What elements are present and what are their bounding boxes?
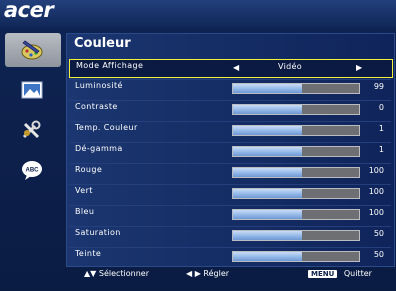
brand-logo: acer bbox=[4, 0, 54, 22]
tools-icon bbox=[22, 120, 41, 139]
adjust-hint: ◀ ▶ Régler bbox=[186, 269, 229, 278]
display-mode-value: Vidéo bbox=[278, 62, 302, 71]
setting-label: Temp. Couleur bbox=[75, 123, 138, 132]
setting-label: Contraste bbox=[75, 102, 118, 111]
setting-row-degamma[interactable]: Dé-gamma 1 bbox=[69, 142, 391, 160]
color-settings-panel: Couleur Mode Affichage ◀ Vidéo ▶ Luminos… bbox=[66, 33, 395, 267]
slider-fill bbox=[233, 105, 303, 114]
adjust-hint-label: Régler bbox=[203, 269, 230, 278]
setting-slider[interactable] bbox=[232, 188, 360, 199]
language-badge: ABC bbox=[26, 168, 40, 174]
slider-fill bbox=[233, 189, 303, 198]
setting-label: Bleu bbox=[75, 207, 95, 216]
setting-value: 100 bbox=[368, 166, 384, 175]
language-bubble-icon: ABC bbox=[22, 161, 42, 180]
slider-fill bbox=[233, 84, 303, 93]
setting-value: 1 bbox=[378, 124, 384, 133]
up-down-arrows-icon: ▲▼ bbox=[84, 269, 97, 278]
quit-hint: MENU Quitter bbox=[308, 269, 372, 278]
setting-label: Rouge bbox=[75, 165, 103, 174]
panel-title: Couleur bbox=[74, 36, 131, 51]
setting-slider[interactable] bbox=[232, 83, 360, 94]
setting-row-brightness[interactable]: Luminosité 99 bbox=[69, 79, 391, 97]
arrow-right-icon[interactable]: ▶ bbox=[356, 63, 362, 72]
quit-hint-label: Quitter bbox=[343, 269, 372, 278]
sidebar-item-color[interactable] bbox=[5, 33, 61, 67]
setting-value: 100 bbox=[368, 187, 384, 196]
setting-value: 0 bbox=[378, 103, 384, 112]
slider-fill bbox=[233, 231, 303, 240]
setting-label: Teinte bbox=[75, 249, 102, 258]
setting-label: Saturation bbox=[75, 228, 121, 237]
osd-header: acer bbox=[0, 0, 396, 28]
left-right-arrows-icon: ◀ ▶ bbox=[186, 269, 201, 278]
sidebar-item-image[interactable] bbox=[5, 73, 61, 107]
setting-row-red[interactable]: Rouge 100 bbox=[69, 163, 391, 181]
slider-fill bbox=[233, 252, 303, 261]
slider-fill bbox=[233, 147, 303, 156]
setting-row-green[interactable]: Vert 100 bbox=[69, 184, 391, 202]
setting-label: Dé-gamma bbox=[75, 144, 123, 153]
setting-label: Luminosité bbox=[75, 81, 123, 90]
setting-row-tint[interactable]: Teinte 50 bbox=[69, 247, 391, 265]
display-mode-row[interactable]: Mode Affichage ◀ Vidéo ▶ bbox=[69, 59, 393, 78]
projector-osd: acer ABC Couleur Mode Affichage ◀ Vidéo … bbox=[0, 0, 396, 291]
setting-slider[interactable] bbox=[232, 230, 360, 241]
setting-row-color-temp[interactable]: Temp. Couleur 1 bbox=[69, 121, 391, 139]
slider-fill bbox=[233, 126, 303, 135]
menu-key-icon: MENU bbox=[308, 270, 338, 278]
setting-row-contrast[interactable]: Contraste 0 bbox=[69, 100, 391, 118]
setting-slider[interactable] bbox=[232, 104, 360, 115]
slider-fill bbox=[233, 210, 303, 219]
setting-value: 1 bbox=[378, 145, 384, 154]
setting-row-saturation[interactable]: Saturation 50 bbox=[69, 226, 391, 244]
select-hint-label: Sélectionner bbox=[98, 269, 150, 278]
sidebar-item-settings[interactable] bbox=[5, 113, 61, 147]
setting-slider[interactable] bbox=[232, 167, 360, 178]
osd-footer: ▲▼ Sélectionner ◀ ▶ Régler MENU Quitter bbox=[0, 264, 396, 291]
setting-slider[interactable] bbox=[232, 125, 360, 136]
display-mode-label: Mode Affichage bbox=[76, 61, 144, 70]
setting-slider[interactable] bbox=[232, 209, 360, 220]
setting-row-blue[interactable]: Bleu 100 bbox=[69, 205, 391, 223]
color-pencil-icon bbox=[21, 40, 43, 60]
setting-slider[interactable] bbox=[232, 251, 360, 262]
setting-label: Vert bbox=[75, 186, 93, 195]
setting-value: 99 bbox=[373, 82, 384, 91]
slider-fill bbox=[233, 168, 303, 177]
setting-value: 50 bbox=[373, 229, 384, 238]
category-sidebar: ABC bbox=[5, 33, 61, 263]
setting-value: 100 bbox=[368, 208, 384, 217]
image-settings-icon bbox=[21, 81, 43, 99]
sidebar-item-language[interactable]: ABC bbox=[5, 153, 61, 187]
select-hint: ▲▼ Sélectionner bbox=[84, 269, 149, 278]
setting-slider[interactable] bbox=[232, 146, 360, 157]
setting-value: 50 bbox=[373, 250, 384, 259]
